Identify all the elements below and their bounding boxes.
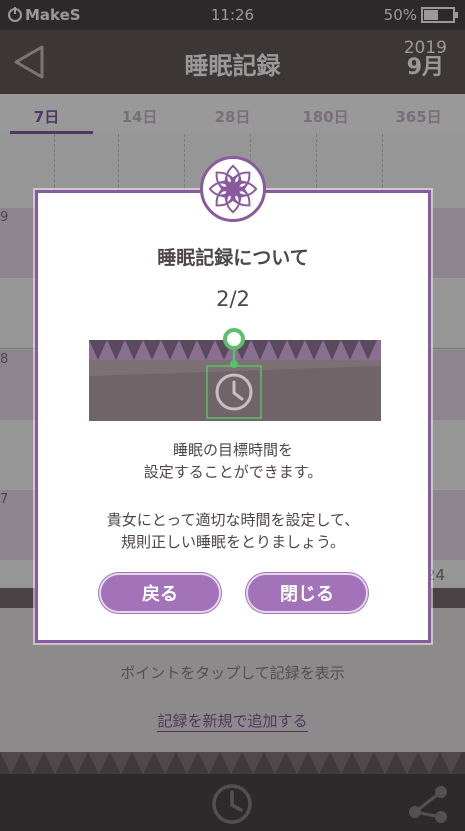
dialog-title: 睡眠記録について [157,247,309,269]
sleep-record-info-dialog: 睡眠記録について 2/2 睡眠の目標時間を 設定することができます。 貴女にとっ… [35,190,431,643]
close-button[interactable]: 閉じる [246,573,368,613]
dialog-text-line: 貴女にとって適切な時間を設定して、 [106,511,360,529]
dialog-text-line: 睡眠の目標時間を [172,441,293,459]
lotus-emblem-icon [200,156,266,222]
dialog-page-indicator: 2/2 [216,287,250,311]
dialog-text-line: 設定することができます。 [143,463,323,481]
dialog-text-line: 規則正しい睡眠をとりましょう。 [120,533,346,551]
back-button[interactable]: 戻る [99,573,221,613]
target-time-illustration [89,326,381,421]
